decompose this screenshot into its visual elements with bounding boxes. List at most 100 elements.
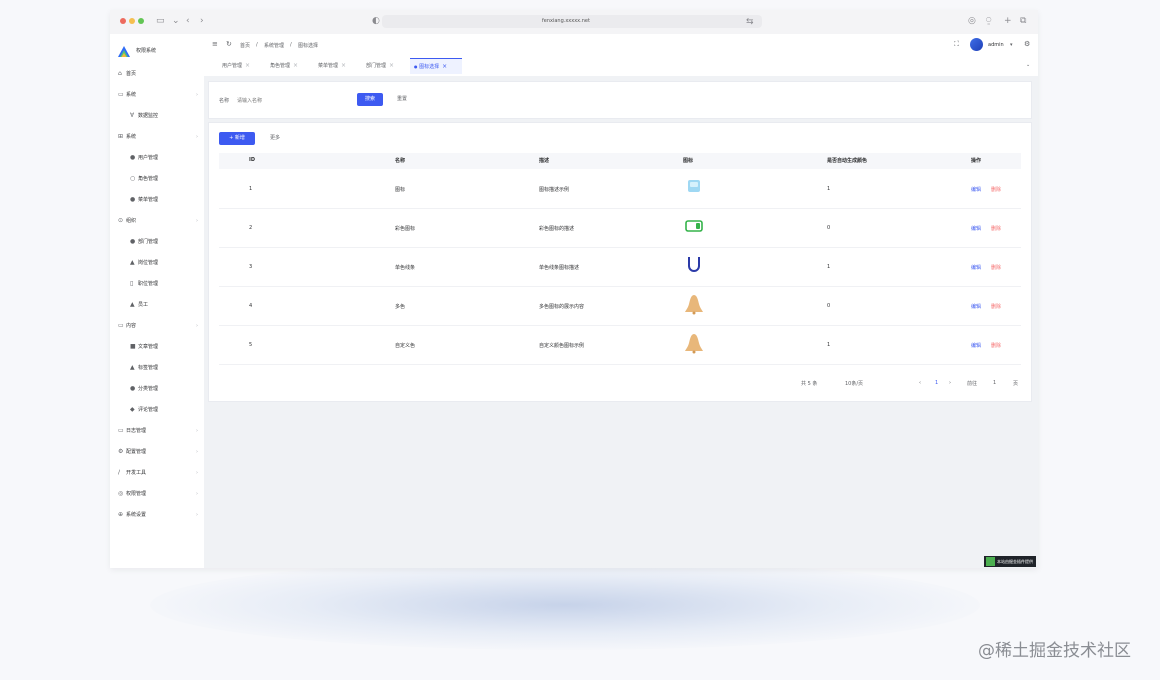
cell-auto-color: 0	[827, 303, 831, 309]
home-icon: ⌂	[118, 70, 122, 77]
gear-icon[interactable]: ⚙	[1024, 40, 1030, 49]
download-icon[interactable]: ◎	[968, 14, 976, 28]
close-icon[interactable]: ×	[389, 62, 394, 69]
sidebar-item[interactable]: ▯ 职位管理	[130, 278, 198, 290]
breadcrumb-home[interactable]: 首页	[240, 42, 250, 49]
sidebar-item-label: 开发工具	[126, 470, 147, 476]
sidebar-item-label: 日志管理	[126, 428, 147, 434]
table-card: + 新增 更多 ID 名称 描述 图标 是否自动生成颜色 操作 1 图标 图标描述示…	[208, 122, 1032, 402]
username[interactable]: admin	[988, 42, 1004, 48]
cell-description: 彩色图标的描述	[539, 226, 575, 232]
card-icon	[683, 214, 705, 238]
tab-user-management[interactable]: 用户管理 ×	[218, 58, 254, 74]
corner-badge-text: 本站由掘金插件提供	[997, 559, 1033, 564]
sidebar-item[interactable]: ▲ 岗位管理	[130, 257, 198, 269]
back-icon[interactable]: ‹	[186, 14, 190, 28]
tab-role-management[interactable]: 角色管理 ×	[266, 58, 302, 74]
table-row: 4 多色 多色图标的展示内容 0 编辑 删除	[219, 286, 1021, 326]
sidebar-item[interactable]: ● 部门管理	[130, 236, 198, 248]
close-icon[interactable]: ×	[341, 62, 346, 69]
edit-button[interactable]: 编辑	[971, 264, 981, 271]
next-page-button[interactable]: ›	[949, 380, 951, 386]
reset-button[interactable]: 重置	[391, 93, 413, 106]
sidebar-item[interactable]: ⊞ 系统 ›	[118, 131, 198, 143]
refresh-icon[interactable]: ↻	[226, 40, 232, 49]
sidebar-item[interactable]: ● 菜单管理	[130, 194, 198, 206]
translate-icon[interactable]: ⇆	[746, 15, 754, 29]
sidebar-item[interactable]: ⊙ 组织 ›	[118, 215, 198, 227]
edit-button[interactable]: 编辑	[971, 342, 981, 349]
sidebar-item[interactable]: ⌂ 首页	[118, 68, 198, 80]
add-tab-icon[interactable]: +	[1004, 14, 1012, 28]
tab-icon-select[interactable]: ● 图标选择 ×	[410, 58, 462, 74]
search-button[interactable]: 搜索	[357, 93, 383, 106]
badge-icon	[986, 557, 995, 566]
prev-page-button[interactable]: ‹	[919, 380, 921, 386]
close-icon[interactable]: ×	[442, 63, 447, 70]
chevron-down-icon[interactable]: ⌄	[172, 14, 180, 28]
sidebar-item[interactable]: ∀ 数据监控	[130, 110, 198, 122]
share-icon[interactable]: ⍜	[986, 14, 991, 28]
page-number[interactable]: 1	[935, 380, 938, 386]
more-button[interactable]: 更多	[261, 132, 289, 145]
sidebar-item[interactable]: ▭ 内容 ›	[118, 320, 198, 332]
sidebar-item-label: 员工	[138, 302, 149, 308]
corner-badge[interactable]: 本站由掘金插件提供	[984, 556, 1036, 567]
close-icon[interactable]: ×	[293, 62, 298, 69]
maximize-window-button[interactable]	[138, 18, 144, 24]
sidebar-item[interactable]: ○ 角色管理	[130, 173, 198, 185]
edit-button[interactable]: 编辑	[971, 186, 981, 193]
sidebar-item[interactable]: ▭ 日志管理 ›	[118, 425, 198, 437]
edit-button[interactable]: 编辑	[971, 225, 981, 232]
app-title: 权限系统	[136, 48, 157, 54]
page-size-select[interactable]: 10条/页	[845, 380, 863, 387]
delete-button[interactable]: 删除	[991, 342, 1001, 349]
breadcrumb-system[interactable]: 系统管理	[264, 42, 284, 49]
tab-dept-management[interactable]: 部门管理 ×	[362, 58, 398, 74]
column-header: ID	[249, 157, 256, 163]
sidebar-item[interactable]: ● 用户管理	[130, 152, 198, 164]
bell-icon	[683, 292, 705, 316]
sidebar-item-label: 配置管理	[126, 449, 147, 455]
delete-button[interactable]: 删除	[991, 264, 1001, 271]
sidebar-item[interactable]: ∕ 开发工具 ›	[118, 467, 198, 479]
sidebar-item[interactable]: ◆ 评论管理	[130, 404, 198, 416]
tab-menu-management[interactable]: 菜单管理 ×	[314, 58, 350, 74]
sidebar-item[interactable]: ▭ 系统 ›	[118, 89, 198, 101]
forward-icon[interactable]: ›	[200, 14, 204, 28]
sidebar-item[interactable]: ⚙ 配置管理 ›	[118, 446, 198, 458]
edit-button[interactable]: 编辑	[971, 303, 981, 310]
browser-window: ▭ ⌄ ‹ › ◐ fenxiang.xxxxx.net ⇆ ◎ ⍜ + ⧉ 权…	[110, 10, 1038, 568]
bell-icon	[683, 331, 705, 355]
sidebar-item[interactable]: ■ 文章管理	[130, 341, 198, 353]
avatar[interactable]	[970, 38, 983, 51]
tabs-overview-icon[interactable]: ⧉	[1020, 14, 1026, 28]
goto-label: 前往	[967, 381, 978, 387]
add-button[interactable]: + 新增	[219, 132, 255, 145]
close-window-button[interactable]	[120, 18, 126, 24]
sidebar-toggle-icon[interactable]: ▭	[156, 14, 165, 28]
fullscreen-icon[interactable]: ⛶	[954, 40, 959, 49]
goto-input[interactable]: 1	[993, 380, 996, 386]
person-icon: ▲	[130, 259, 135, 266]
sidebar-item[interactable]: ◎ 权限管理 ›	[118, 488, 198, 500]
tabs-more-icon[interactable]: ⌄	[1026, 62, 1030, 68]
collapse-menu-icon[interactable]: ≡	[212, 40, 218, 49]
delete-button[interactable]: 删除	[991, 303, 1001, 310]
search-input[interactable]	[235, 93, 343, 109]
minimize-window-button[interactable]	[129, 18, 135, 24]
sidebar-item[interactable]: ▲ 标签管理	[130, 362, 198, 374]
sidebar-item-label: 标签管理	[138, 365, 159, 371]
sidebar-item[interactable]: ⊕ 系统设置 ›	[118, 509, 198, 521]
staff-icon: ▲	[130, 301, 135, 308]
cell-id: 5	[249, 342, 253, 348]
sidebar-item[interactable]: ● 分类管理	[130, 383, 198, 395]
delete-button[interactable]: 删除	[991, 186, 1001, 193]
sidebar-item-label: 组织	[126, 218, 137, 224]
delete-button[interactable]: 删除	[991, 225, 1001, 232]
article-icon: ■	[130, 343, 136, 350]
sidebar-item[interactable]: ▲ 员工	[130, 299, 198, 311]
address-bar[interactable]: fenxiang.xxxxx.net ⇆	[382, 15, 762, 28]
close-icon[interactable]: ×	[245, 62, 250, 69]
chevron-down-icon[interactable]: ▾	[1010, 42, 1013, 48]
